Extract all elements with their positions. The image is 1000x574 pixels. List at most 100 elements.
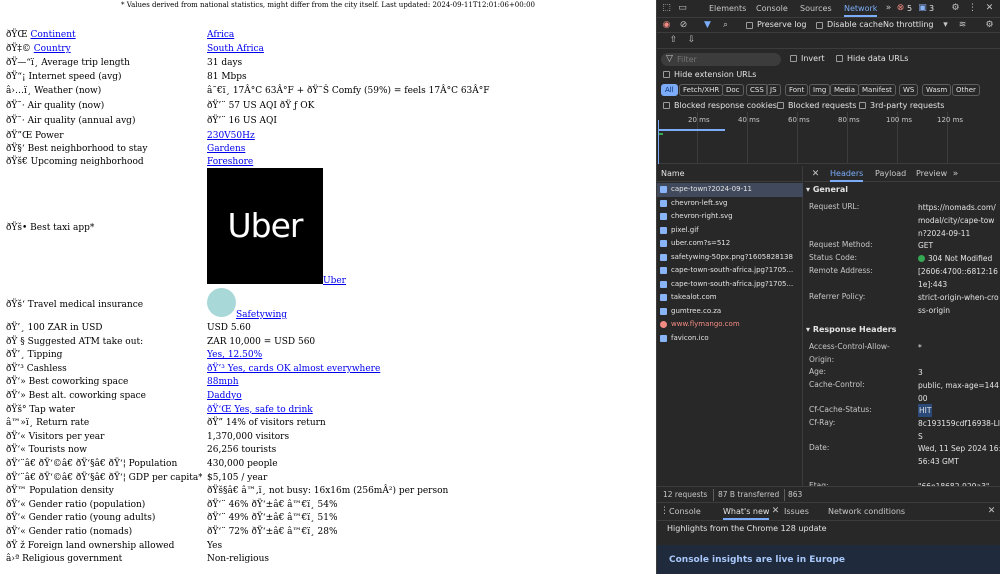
stat-value-link[interactable]: Gardens: [207, 142, 245, 156]
header-value[interactable]: 304 Not Modified: [918, 252, 1000, 265]
request-row[interactable]: gumtree.co.za: [657, 305, 803, 319]
request-row[interactable]: takealot.com: [657, 291, 803, 305]
hide-extension-urls-checkbox[interactable]: [663, 71, 670, 78]
stat-value-link[interactable]: ðŸ’³ Yes, cards OK almost everywhere: [207, 362, 380, 376]
close-details-icon[interactable]: ✕: [810, 169, 821, 180]
request-row[interactable]: favicon.ico: [657, 332, 803, 346]
upload-icon[interactable]: ⇧: [668, 35, 679, 46]
name-column-header[interactable]: Name: [657, 166, 803, 182]
filter-input[interactable]: [661, 53, 781, 66]
error-icon[interactable]: ⊗: [895, 3, 906, 14]
type-filter-chip[interactable]: Manifest: [858, 84, 896, 96]
third-party-checkbox[interactable]: [859, 102, 866, 109]
disable-cache-checkbox[interactable]: [816, 22, 823, 29]
more-tabs-icon[interactable]: »: [883, 3, 894, 14]
type-filter-chip[interactable]: CSS: [746, 84, 768, 96]
stat-value-link[interactable]: Africa: [207, 28, 234, 42]
close-drawer-icon[interactable]: ✕: [986, 506, 997, 517]
type-filter-chip[interactable]: Media: [830, 84, 860, 96]
tab-headers[interactable]: Headers: [830, 166, 864, 182]
tab-console[interactable]: Console: [756, 0, 788, 17]
response-headers-section[interactable]: ▾ Response Headers: [806, 325, 896, 334]
blocked-requests-checkbox[interactable]: [777, 102, 784, 109]
request-row[interactable]: uber.com?s=512: [657, 237, 803, 251]
header-value[interactable]: GET: [918, 239, 1000, 252]
record-icon[interactable]: ◉: [661, 20, 672, 31]
stat-label-link[interactable]: Country: [34, 44, 71, 54]
close-icon[interactable]: ✕: [984, 3, 995, 14]
stat-value-link[interactable]: Daddyo: [207, 389, 242, 403]
stat-value-link[interactable]: Yes, 12.50%: [207, 348, 262, 362]
request-row[interactable]: pixel.gif: [657, 224, 803, 238]
type-filter-chip[interactable]: Fetch/XHR: [679, 84, 724, 96]
stat-value-link[interactable]: 230V50Hz: [207, 129, 255, 143]
header-value[interactable]: Wed, 11 Sep 2024 16:56:43 GMT: [918, 442, 1000, 468]
network-timeline[interactable]: 20 ms 40 ms 60 ms 80 ms 100 ms 120 ms: [657, 112, 1000, 164]
drawer-tab-whats-new[interactable]: What's new: [723, 503, 770, 520]
drawer-tab-console[interactable]: Console: [669, 503, 701, 520]
stat-value-link[interactable]: ðŸ‘Œ Yes, safe to drink: [207, 403, 313, 417]
wifi-icon[interactable]: ≋: [957, 20, 968, 31]
request-row[interactable]: cape-town-south-africa.jpg?1705...: [657, 278, 803, 292]
uber-link[interactable]: Uber: [323, 276, 346, 286]
tab-preview[interactable]: Preview: [916, 166, 947, 182]
issues-icon[interactable]: ▣: [917, 3, 928, 14]
type-filter-chip[interactable]: Doc: [722, 84, 744, 96]
stat-value-link[interactable]: South Africa: [207, 42, 264, 56]
stat-label-link[interactable]: Continent: [30, 30, 75, 40]
header-value[interactable]: *: [918, 341, 1000, 354]
chevron-down-icon[interactable]: ▾: [940, 20, 951, 31]
header-value[interactable]: [2606:4700::6812:161e]:443: [918, 265, 1000, 291]
header-value[interactable]: HIT: [918, 404, 933, 417]
general-section[interactable]: ▾ General: [806, 185, 848, 194]
search-icon[interactable]: ⌕: [720, 20, 731, 31]
blocked-cookies-checkbox[interactable]: [663, 102, 670, 109]
throttling-select[interactable]: No throttling: [883, 20, 934, 29]
type-filter-chip[interactable]: Wasm: [922, 84, 952, 96]
header-value[interactable]: strict-origin-when-cross-origin: [918, 291, 1000, 317]
type-filter-chip[interactable]: Font: [785, 84, 809, 96]
stat-label-text: ðŸ§‘ Best neighborhood to stay: [6, 144, 148, 154]
stat-row: ðŸ™ Population density ðŸš§â€ â™‚ï¸ not b…: [6, 484, 646, 498]
filter-icon[interactable]: ▼: [702, 20, 713, 31]
request-row[interactable]: cape-town?2024-09-11: [657, 183, 803, 197]
tab-sources[interactable]: Sources: [800, 0, 832, 17]
request-row[interactable]: cape-town-south-africa.jpg?1705...: [657, 264, 803, 278]
close-tab-icon[interactable]: ✕: [770, 506, 781, 517]
request-row[interactable]: safetywing-50px.png?1605828138: [657, 251, 803, 265]
header-value[interactable]: public, max-age=14400: [918, 379, 1000, 405]
tab-payload[interactable]: Payload: [875, 166, 906, 182]
drawer-tab-issues[interactable]: Issues: [784, 503, 809, 520]
download-icon[interactable]: ⇩: [686, 35, 697, 46]
preserve-log-checkbox[interactable]: [746, 22, 753, 29]
request-row[interactable]: chevron-right.svg: [657, 210, 803, 224]
invert-checkbox[interactable]: [790, 55, 797, 62]
settings-icon[interactable]: ⚙: [950, 3, 961, 14]
more-detail-tabs-icon[interactable]: »: [950, 169, 961, 180]
stat-value-link[interactable]: 88mph: [207, 375, 239, 389]
header-value[interactable]: 8c193159cdf16938-LIS: [918, 417, 1000, 443]
type-filter-chip[interactable]: All: [661, 84, 678, 96]
more-options-icon[interactable]: ⋮: [967, 3, 978, 14]
device-toolbar-icon[interactable]: ▭: [677, 3, 688, 14]
type-filter-chip[interactable]: Img: [809, 84, 831, 96]
drawer-tab-network-conditions[interactable]: Network conditions: [828, 503, 905, 520]
type-filter-chip[interactable]: WS: [899, 84, 919, 96]
network-settings-icon[interactable]: ⚙: [984, 20, 995, 31]
request-row[interactable]: www.flymango.com: [657, 318, 803, 332]
stat-value-link[interactable]: Foreshore: [207, 155, 253, 169]
stat-row: ðŸ‘« Tourists now 26,256 tourists: [6, 443, 646, 457]
header-value[interactable]: 3: [918, 366, 1000, 379]
hide-data-urls-label: Hide data URLs: [847, 54, 909, 63]
clear-icon[interactable]: ⊘: [678, 20, 689, 31]
hide-data-urls-checkbox[interactable]: [836, 55, 843, 62]
stat-value: Yes: [207, 540, 223, 551]
request-row[interactable]: chevron-left.svg: [657, 197, 803, 211]
tab-network[interactable]: Network: [844, 0, 878, 17]
tab-elements[interactable]: Elements: [709, 0, 746, 17]
type-filter-chip[interactable]: Other: [952, 84, 980, 96]
inspect-icon[interactable]: ⬚: [661, 3, 672, 14]
type-filter-chip[interactable]: JS: [766, 84, 781, 96]
header-value[interactable]: https://nomads.com/modal/city/cape-town?…: [918, 201, 1000, 240]
insights-text[interactable]: Console insights are live in Europe: [669, 555, 845, 565]
